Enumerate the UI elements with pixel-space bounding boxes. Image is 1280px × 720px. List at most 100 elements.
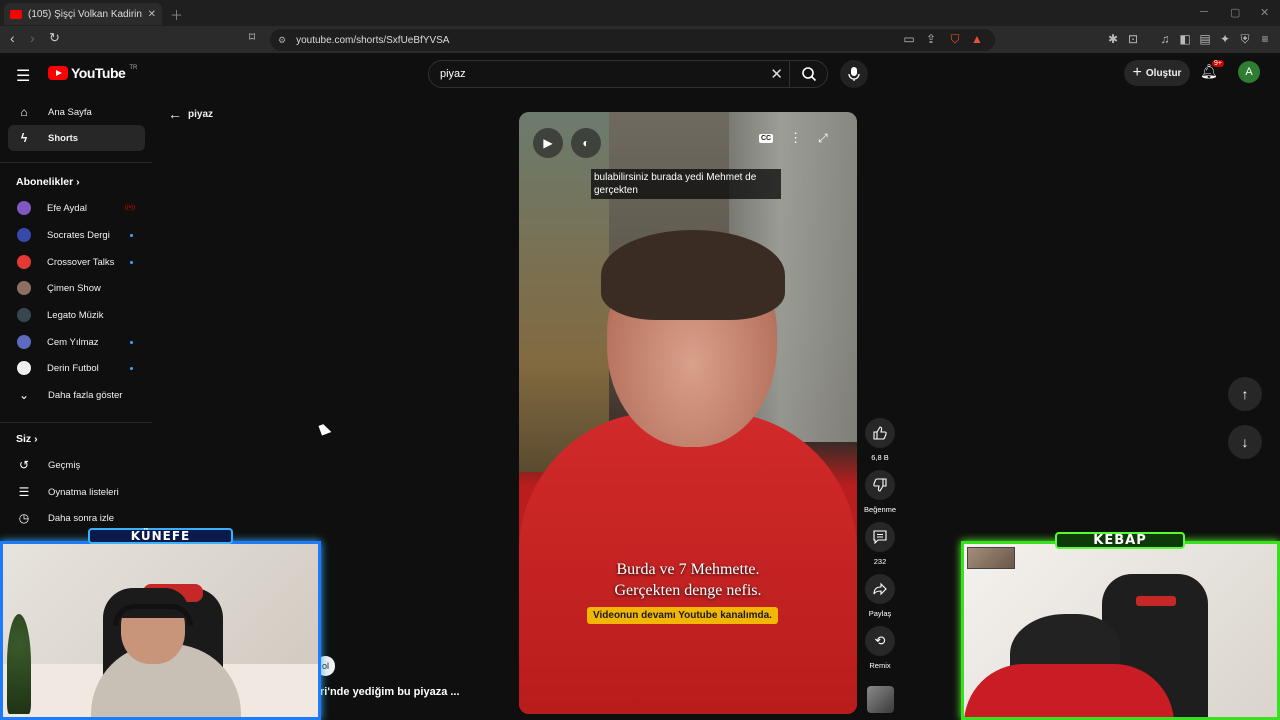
vpn-icon[interactable]: ⛨ (1238, 32, 1252, 46)
address-bar-row: ‹ › ↻ ⌑ ⚙ youtube.com/shorts/SxfUeBfYVSA… (0, 26, 1280, 54)
remix-action[interactable]: ⟲ Remix (864, 626, 896, 670)
new-content-dot (130, 366, 133, 370)
like-action[interactable]: 6,8 B (864, 418, 896, 462)
avatar (17, 308, 31, 322)
notifications-badge: 9+ (1212, 60, 1224, 67)
share-action[interactable]: Paylaş (864, 574, 896, 618)
logo-region: TR (129, 65, 138, 71)
dislike-action[interactable]: Beğenme (864, 470, 896, 514)
search-input[interactable]: piyaz ✕ (428, 60, 828, 88)
dislike-button[interactable] (865, 470, 895, 500)
webcam-tree (7, 614, 31, 714)
home-icon: ⌂ (20, 105, 28, 119)
sidebar-sub-crossover-talks[interactable]: Crossover Talks (8, 249, 145, 275)
sidebar-sub-derin-futbol[interactable]: Derin Futbol (8, 355, 145, 381)
share-page-icon[interactable]: ⇪ (924, 32, 938, 46)
url-field[interactable]: ⚙ youtube.com/shorts/SxfUeBfYVSA (270, 29, 995, 51)
extensions-icon[interactable]: ✱ (1106, 32, 1120, 46)
sidebar-item-label: Legato Müzik (47, 309, 104, 321)
back-to-search-button[interactable]: ← piyaz (168, 106, 213, 122)
player-controls-left: ▶ ◐ (533, 128, 601, 158)
left-webcam-overlay (0, 541, 321, 720)
subscriptions-heading-text: Abonelikler (16, 176, 74, 188)
search-value: piyaz (440, 68, 466, 80)
youtube-header: ☰ YouTube TR piyaz ✕ + Oluştur 🔔︎ 9+ A (0, 54, 1280, 94)
like-count: 6,8 B (871, 453, 889, 462)
volume-icon: ◐ (582, 136, 590, 150)
share-arrow-icon (873, 582, 887, 596)
mouse-cursor-icon (318, 422, 332, 436)
leo-ai-icon[interactable]: ✦ (1218, 32, 1232, 46)
sidebar-sub-efe-aydal[interactable]: Efe Aydal ((•)) (8, 195, 145, 221)
headset-icon (113, 604, 193, 626)
thumbs-up-icon (873, 426, 887, 440)
like-button[interactable] (865, 418, 895, 448)
new-content-dot (130, 340, 133, 344)
hamburger-menu-icon[interactable]: ☰ (16, 66, 30, 86)
site-info-icon[interactable]: ⚙ (278, 35, 286, 46)
play-button[interactable]: ▶ (533, 128, 563, 158)
new-content-dot (130, 260, 133, 264)
sidebar-item-label: Socrates Dergi (47, 229, 110, 241)
reload-icon[interactable]: ↻ (49, 30, 60, 46)
sidebar-sub-socrates-dergi[interactable]: Socrates Dergi (8, 222, 145, 248)
sidebar-toggle-icon[interactable]: ◧ (1178, 32, 1192, 46)
youtube-logo[interactable]: YouTube TR (48, 65, 137, 81)
next-short-button[interactable]: ↓ (1228, 425, 1262, 459)
fullscreen-icon[interactable]: ⤢ (818, 131, 828, 146)
sidebar-item-label: Çimen Show (47, 282, 101, 294)
sidebar-sub-cimen-show[interactable]: Çimen Show (8, 275, 145, 301)
back-nav-icon[interactable]: ‹ (10, 30, 15, 46)
more-options-icon[interactable]: ⋮ (789, 130, 802, 146)
close-window-icon[interactable]: ✕ (1260, 6, 1269, 19)
search-button[interactable] (789, 61, 827, 87)
tab-title: (105) Şişçi Volkan Kadirin Yeri'nd (28, 8, 142, 20)
captions-button[interactable]: CC (759, 133, 774, 143)
shorts-video-player[interactable]: ▶ ◐ CC ⋮ ⤢ bulabilirsiniz burada yedi Me… (519, 112, 857, 714)
account-avatar[interactable]: A (1238, 61, 1260, 83)
sidebar-item-history[interactable]: ↺ Geçmiş (8, 452, 145, 478)
remix-button[interactable]: ⟲ (865, 626, 895, 656)
avatar (17, 361, 31, 375)
you-heading[interactable]: Siz › (16, 433, 38, 445)
comments-action[interactable]: 232 (864, 522, 896, 566)
create-button[interactable]: + Oluştur (1124, 60, 1190, 86)
share-button[interactable] (865, 574, 895, 604)
browser-tab[interactable]: (105) Şişçi Volkan Kadirin Yeri'nd ✕ (4, 3, 162, 25)
avatar (17, 255, 31, 269)
bookmark-icon[interactable]: ⌑ (249, 30, 255, 44)
video-person-hair (601, 230, 785, 320)
previous-short-button[interactable]: ↑ (1228, 377, 1262, 411)
brave-rewards-icon[interactable]: ▲ (970, 32, 984, 46)
sidebar-item-shorts[interactable]: ϟ Shorts (8, 125, 145, 151)
new-tab-icon[interactable]: ＋ (170, 5, 183, 24)
music-icon[interactable]: ♫ (1158, 32, 1172, 46)
chevron-right-icon: › (34, 433, 38, 445)
video-title[interactable]: ri'nde yediğim bu piyaza ... (320, 686, 460, 698)
sidebar-sub-cem-yilmaz[interactable]: Cem Yılmaz (8, 329, 145, 355)
closed-caption-text: bulabilirsiniz burada yedi Mehmet de ger… (591, 169, 781, 199)
back-label: piyaz (188, 108, 214, 120)
menu-icon[interactable]: ≡ (1258, 32, 1272, 46)
sidebar-sub-legato-muzik[interactable]: Legato Müzik (8, 302, 145, 328)
clear-search-icon[interactable]: ✕ (770, 65, 783, 83)
voice-search-button[interactable] (840, 60, 868, 88)
cast-icon[interactable]: ▭ (902, 32, 916, 46)
sidebar-item-home[interactable]: ⌂ Ana Sayfa (8, 99, 145, 125)
player-controls-right: CC ⋮ ⤢ (759, 130, 828, 146)
brave-shield-icon[interactable]: ⛉ (948, 32, 962, 46)
webcam-person-body (964, 664, 1174, 717)
comments-button[interactable] (865, 522, 895, 552)
volume-button[interactable]: ◐ (571, 128, 601, 158)
sidebar: ⌂ Ana Sayfa ϟ Shorts Abonelikler › Efe A… (0, 94, 152, 534)
maximize-icon[interactable]: ▢ (1230, 6, 1240, 19)
channel-thumbnail[interactable] (867, 686, 894, 713)
wallet-icon[interactable]: ▤ (1198, 32, 1212, 46)
minimize-icon[interactable]: ─ (1200, 6, 1208, 18)
forward-nav-icon[interactable]: › (30, 30, 35, 46)
show-more-button[interactable]: ⌄ Daha fazla göster (8, 382, 145, 408)
close-tab-icon[interactable]: ✕ (148, 9, 156, 20)
sidebar-item-playlists[interactable]: ☰ Oynatma listeleri (8, 479, 145, 505)
screenshot-icon[interactable]: ⊡ (1126, 32, 1140, 46)
subscriptions-heading[interactable]: Abonelikler › (16, 176, 80, 188)
